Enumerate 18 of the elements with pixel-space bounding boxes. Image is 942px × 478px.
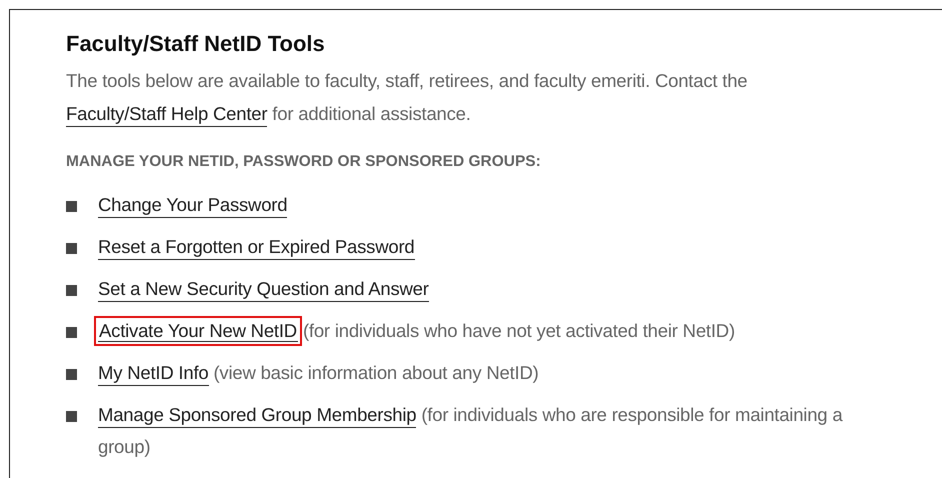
bullet-icon [66, 369, 77, 380]
list-item-text: Activate Your New NetID (for individuals who have not yet activated their NetID) [98, 315, 735, 347]
section-heading: MANAGE YOUR NETID, PASSWORD OR SPONSORED GROUPS: [66, 152, 542, 172]
tool-link[interactable]: Manage Sponsored Group Membership [98, 404, 416, 428]
page-title: Faculty/Staff NetID Tools [66, 30, 326, 58]
tool-link[interactable]: My NetID Info [98, 362, 208, 386]
bullet-icon [66, 411, 77, 422]
bullet-icon [66, 201, 77, 212]
tool-link[interactable]: Reset a Forgotten or Expired Password [98, 236, 415, 260]
list-item-text: My NetID Info (view basic information about any NetID) [98, 357, 539, 389]
bullet-icon [66, 285, 77, 296]
list-item-text: Manage Sponsored Group Membership (for individuals who are responsible for maintaining a group) [98, 403, 844, 459]
intro-paragraph: The tools below are available to faculty, staff, retirees, and faculty emeriti. Contact the Faculty/Staff Help Center for additional assistance. [66, 64, 882, 130]
bullet-icon [66, 327, 77, 338]
tool-link[interactable]: Change Your Password [98, 194, 288, 218]
help-center-link[interactable]: Faculty/Staff Help Center [66, 103, 268, 127]
tool-link[interactable]: Set a New Security Question and Answer [98, 278, 429, 302]
bullet-icon [66, 243, 77, 254]
